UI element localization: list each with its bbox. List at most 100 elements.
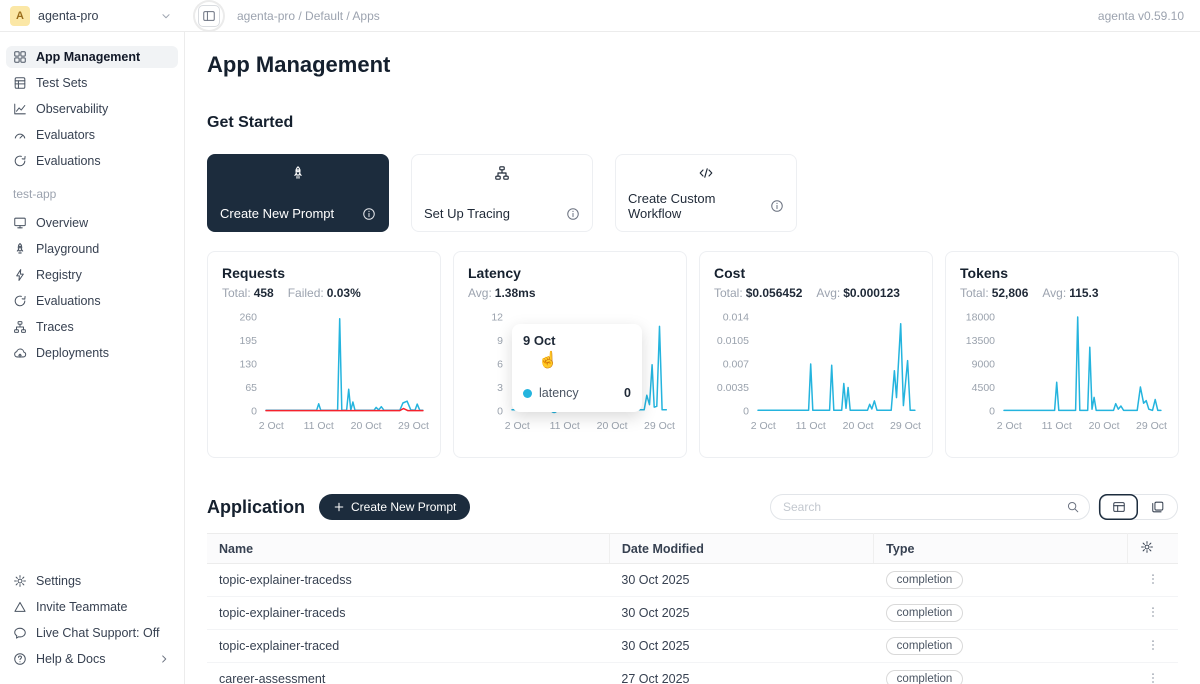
sidebar-item-label: Playground	[36, 242, 99, 256]
sidebar-item-evaluators[interactable]: Evaluators	[6, 124, 178, 146]
table-row[interactable]: career-assessment 27 Oct 2025 completion	[207, 663, 1178, 684]
create-custom-workflow-card[interactable]: Create Custom Workflow	[615, 154, 797, 232]
sidebar-item-label: Observability	[36, 102, 108, 116]
code-icon	[628, 165, 784, 181]
svg-text:13500: 13500	[966, 335, 995, 347]
type-badge: completion	[886, 604, 964, 622]
app-name[interactable]: topic-explainer-tracedss	[207, 564, 609, 597]
plus-icon	[333, 501, 345, 513]
svg-text:195: 195	[239, 335, 257, 347]
info-icon[interactable]	[770, 199, 784, 213]
dots-vertical-icon	[1146, 638, 1160, 652]
svg-text:0: 0	[251, 406, 257, 418]
column-header-name[interactable]: Name	[207, 534, 609, 564]
search-button[interactable]	[1057, 495, 1089, 519]
card-view-icon	[1151, 500, 1165, 514]
tooltip-date: 9 Oct	[523, 333, 631, 348]
observability-icon	[13, 102, 27, 116]
sidebar-item-label: Live Chat Support: Off	[36, 626, 159, 640]
table-view-button[interactable]	[1099, 494, 1138, 520]
svg-text:29 Oct: 29 Oct	[398, 420, 429, 432]
sidebar-item-overview[interactable]: Overview	[6, 212, 178, 234]
set-up-tracing-card[interactable]: Set Up Tracing	[411, 154, 593, 232]
row-actions-button[interactable]	[1144, 570, 1162, 591]
chart-title: Tokens	[960, 265, 1164, 281]
search-box	[770, 494, 1090, 520]
sidebar-item-playground[interactable]: Playground	[6, 238, 178, 260]
sidebar-item-registry[interactable]: Registry	[6, 264, 178, 286]
row-actions-button[interactable]	[1144, 636, 1162, 657]
app-name[interactable]: topic-explainer-traced	[207, 630, 609, 663]
info-icon[interactable]	[566, 207, 580, 221]
sidebar-item-settings[interactable]: Settings	[6, 570, 178, 592]
table-row[interactable]: topic-explainer-tracedss 30 Oct 2025 com…	[207, 564, 1178, 597]
svg-text:20 Oct: 20 Oct	[597, 420, 628, 432]
chevright-icon	[157, 652, 171, 666]
svg-text:0.007: 0.007	[723, 359, 749, 371]
app-name[interactable]: topic-explainer-traceds	[207, 597, 609, 630]
svg-text:20 Oct: 20 Oct	[351, 420, 382, 432]
sidebar-item-deployments[interactable]: Deployments	[6, 342, 178, 364]
sidebar-section-label: test-app	[13, 187, 171, 201]
topbar: A agenta-pro agenta-pro / Default / Apps…	[0, 0, 1200, 32]
gear-icon	[13, 574, 27, 588]
sidebar: App Management Test Sets Observability Eval…	[0, 32, 185, 684]
svg-text:2 Oct: 2 Oct	[997, 420, 1022, 432]
app-date: 27 Oct 2025	[609, 663, 873, 684]
column-header-date-modified[interactable]: Date Modified	[609, 534, 873, 564]
monitor-icon	[13, 216, 27, 230]
requests-chart: 0651301952602 Oct11 Oct20 Oct29 Oct	[222, 309, 428, 435]
table-header-row: Name Date Modified Type	[207, 534, 1178, 564]
breadcrumb[interactable]: agenta-pro / Default / Apps	[237, 9, 380, 23]
svg-text:18000: 18000	[966, 312, 995, 324]
table-settings-gear-icon[interactable]	[1140, 540, 1154, 554]
card-view-button[interactable]	[1138, 494, 1177, 520]
series-dot-icon	[523, 389, 532, 398]
create-new-prompt-button[interactable]: Create New Prompt	[319, 494, 470, 520]
info-icon[interactable]	[362, 207, 376, 221]
sidebar-item-test-sets[interactable]: Test Sets	[6, 72, 178, 94]
type-badge: completion	[886, 571, 964, 589]
dots-vertical-icon	[1146, 671, 1160, 684]
row-actions-button[interactable]	[1144, 669, 1162, 684]
sidebar-item-evaluations[interactable]: Evaluations	[6, 290, 178, 312]
evaluations-icon	[13, 294, 27, 308]
search-input[interactable]	[771, 500, 1057, 514]
table-row[interactable]: topic-explainer-traceds 30 Oct 2025 comp…	[207, 597, 1178, 630]
stat-value: $0.000123	[843, 286, 900, 300]
type-badge: completion	[886, 637, 964, 655]
create-new-prompt-card[interactable]: Create New Prompt	[207, 154, 389, 232]
svg-text:2 Oct: 2 Oct	[505, 420, 530, 432]
workspace-selector[interactable]: A agenta-pro	[0, 0, 185, 31]
sidebar-item-live-chat-support-off[interactable]: Live Chat Support: Off	[6, 622, 178, 644]
sidebar-item-evaluations[interactable]: Evaluations	[6, 150, 178, 172]
rocket-icon	[13, 242, 27, 256]
sidebar-item-traces[interactable]: Traces	[6, 316, 178, 338]
dots-vertical-icon	[1146, 572, 1160, 586]
sidebar-item-label: Help & Docs	[36, 652, 105, 666]
app-name[interactable]: career-assessment	[207, 663, 609, 684]
sidebar-item-observability[interactable]: Observability	[6, 98, 178, 120]
stat-value: 458	[254, 286, 274, 300]
row-actions-button[interactable]	[1144, 603, 1162, 624]
sidebar-item-label: Registry	[36, 268, 82, 282]
sidebar-toggle-button[interactable]	[198, 5, 220, 27]
sidebar-item-app-management[interactable]: App Management	[6, 46, 178, 68]
workspace-name: agenta-pro	[38, 9, 98, 23]
column-header-type[interactable]: Type	[874, 534, 1128, 564]
get-started-cards: Create New Prompt Set Up Tracing Create …	[207, 154, 1178, 232]
sidebar-item-label: Settings	[36, 574, 81, 588]
svg-text:20 Oct: 20 Oct	[843, 420, 874, 432]
button-label: Create New Prompt	[351, 500, 456, 514]
sidebar-item-label: Invite Teammate	[36, 600, 127, 614]
svg-text:29 Oct: 29 Oct	[890, 420, 921, 432]
sidebar-item-help-docs[interactable]: Help & Docs	[6, 648, 178, 670]
sidebar-item-label: Overview	[36, 216, 88, 230]
application-heading: Application	[207, 497, 305, 518]
page-title: App Management	[207, 52, 1178, 78]
sidebar-item-invite-teammate[interactable]: Invite Teammate	[6, 596, 178, 618]
svg-text:29 Oct: 29 Oct	[1136, 420, 1167, 432]
mouse-cursor-icon: ☝	[538, 350, 558, 370]
svg-text:65: 65	[245, 382, 257, 394]
table-row[interactable]: topic-explainer-traced 30 Oct 2025 compl…	[207, 630, 1178, 663]
